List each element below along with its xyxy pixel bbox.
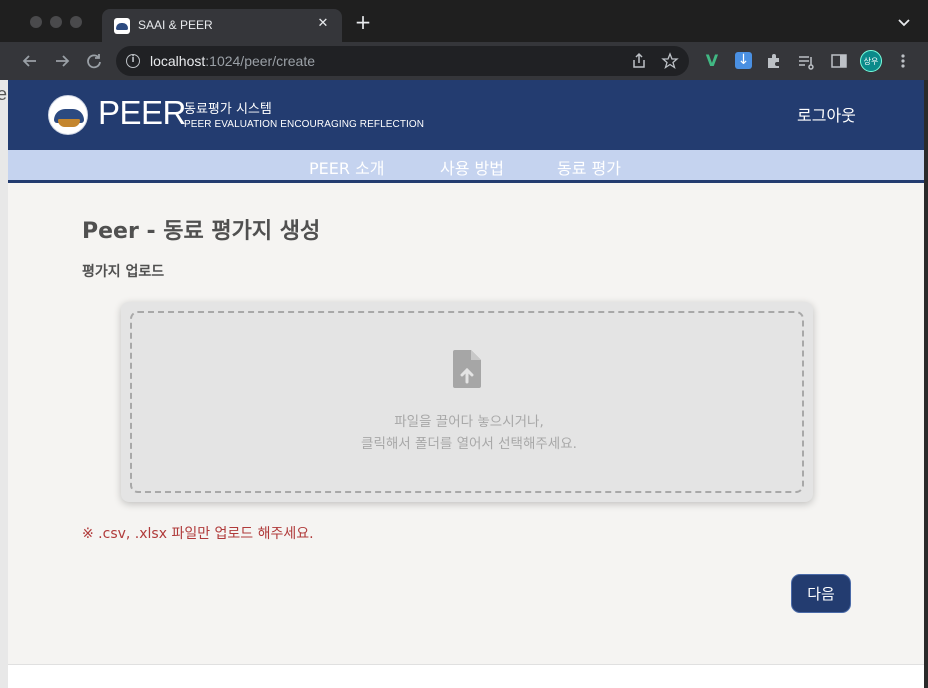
tab-title: SAAI & PEER: [138, 18, 213, 32]
page-title: Peer - 동료 평가지 생성: [82, 219, 321, 244]
side-panel-icon[interactable]: [829, 51, 849, 71]
chevron-down-icon[interactable]: [896, 14, 912, 30]
dropzone-instruction-1: 파일을 끌어다 놓으시거나,: [394, 414, 544, 430]
file-drop-zone[interactable]: 파일을 끌어다 놓으시거나, 클릭해서 폴더를 열어서 선택해주세요.: [130, 311, 804, 493]
url-text: localhost:1024/peer/create: [150, 53, 315, 69]
url-path: :1024/peer/create: [205, 53, 316, 69]
minimize-window-button[interactable]: [50, 16, 62, 28]
upload-section-label: 평가지 업로드: [82, 264, 165, 280]
page-footer: [8, 664, 924, 688]
new-tab-button[interactable]: +: [353, 12, 373, 33]
upload-card: 파일을 끌어다 놓으시거나, 클릭해서 폴더를 열어서 선택해주세요.: [121, 302, 813, 502]
share-icon[interactable]: [630, 52, 648, 70]
nav-item-howto[interactable]: 사용 방법: [440, 155, 504, 179]
logo-base-shape: [58, 119, 80, 127]
vue-devtools-extension-icon[interactable]: V: [702, 51, 722, 71]
site-info-icon[interactable]: i: [126, 54, 140, 68]
reading-list-icon[interactable]: [796, 51, 816, 71]
reload-icon[interactable]: [83, 50, 105, 72]
browser-toolbar: i localhost:1024/peer/create V ↓ 상우: [0, 42, 928, 80]
puzzle-extensions-icon[interactable]: [764, 51, 784, 71]
tab-strip: SAAI & PEER ✕ +: [0, 0, 928, 42]
tab-close-icon[interactable]: ✕: [314, 15, 332, 33]
nav-item-about[interactable]: PEER 소개: [309, 155, 385, 179]
profile-avatar[interactable]: 상우: [860, 50, 882, 72]
forward-arrow-icon[interactable]: [51, 50, 73, 72]
brand-subtitle-en: PEER EVALUATION ENCOURAGING REFLECTION: [184, 119, 425, 130]
brand-subtitle-kr: 동료평가 시스템: [184, 102, 272, 117]
background-window-edge: e: [0, 80, 8, 688]
zoom-window-button[interactable]: [70, 16, 82, 28]
brand-name[interactable]: PEER: [98, 94, 186, 132]
url-host: localhost: [150, 53, 206, 69]
file-type-notice: ※ .csv, .xlsx 파일만 업로드 해주세요.: [82, 526, 314, 542]
peer-logo[interactable]: [48, 95, 88, 135]
dropzone-instruction-2: 클릭해서 폴더를 열어서 선택해주세요.: [361, 436, 577, 452]
favicon-icon: [114, 18, 130, 34]
site-header: PEER 동료평가 시스템 PEER EVALUATION ENCOURAGIN…: [8, 80, 924, 150]
close-window-button[interactable]: [30, 16, 42, 28]
page-viewport: PEER 동료평가 시스템 PEER EVALUATION ENCOURAGIN…: [8, 80, 924, 688]
browser-tab[interactable]: SAAI & PEER ✕: [102, 9, 342, 42]
more-menu-icon[interactable]: [893, 51, 913, 71]
file-upload-icon: [453, 350, 481, 388]
download-extension-icon[interactable]: ↓: [735, 52, 752, 69]
browser-window: SAAI & PEER ✕ + i localhost:1024/peer/cr…: [0, 0, 928, 688]
back-arrow-icon[interactable]: [19, 50, 41, 72]
window-edge: [924, 80, 928, 688]
address-bar[interactable]: i localhost:1024/peer/create: [116, 46, 689, 76]
main-nav: PEER 소개 사용 방법 동료 평가: [8, 150, 924, 183]
nav-item-peer-review[interactable]: 동료 평가: [557, 155, 621, 179]
next-button[interactable]: 다음: [791, 574, 851, 613]
logout-link[interactable]: 로그아웃: [797, 102, 856, 126]
bookmark-star-icon[interactable]: [661, 52, 679, 70]
edge-glyph: e: [0, 84, 8, 104]
